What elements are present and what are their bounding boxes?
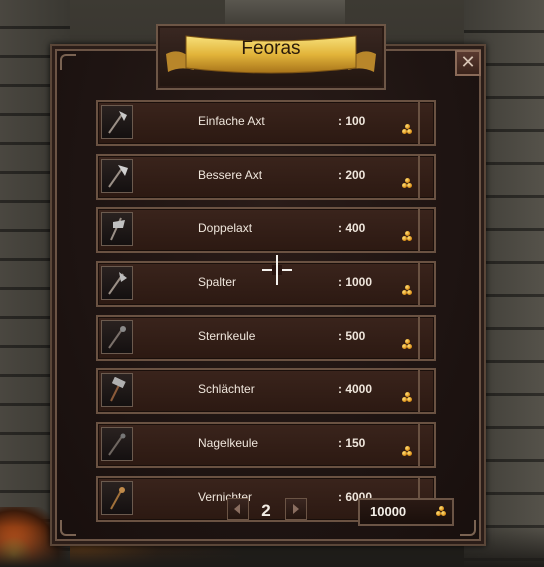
axe-icon xyxy=(101,105,133,139)
item-price: : 400 xyxy=(338,221,366,236)
coins-icon xyxy=(402,338,412,349)
row-divider xyxy=(418,155,420,198)
shop-item-row[interactable]: Nagelkeule : 150 xyxy=(96,422,436,469)
previous-page-button[interactable] xyxy=(227,498,249,520)
gold-balance: 10000 xyxy=(358,498,454,526)
mace-icon xyxy=(101,319,133,354)
close-button[interactable]: ✕ xyxy=(455,50,481,76)
flail-icon xyxy=(101,480,133,515)
item-price: : 500 xyxy=(338,328,366,343)
coins-icon xyxy=(402,285,412,296)
double-axe-icon xyxy=(101,212,133,247)
axe-icon xyxy=(101,158,133,193)
shop-title: Feoras xyxy=(241,38,301,59)
item-name: Schlächter xyxy=(198,382,255,397)
coins-icon xyxy=(402,177,412,188)
coins-icon xyxy=(436,506,446,516)
item-price: : 150 xyxy=(338,436,366,451)
crosshair-cursor-icon xyxy=(262,255,292,285)
item-name: Sternkeule xyxy=(198,328,256,343)
item-list: Einfache Axt : 100 Bessere Axt : 200 Dop… xyxy=(96,100,436,530)
frame-corner xyxy=(60,54,76,70)
shop-item-row[interactable]: Doppelaxt : 400 xyxy=(96,207,436,254)
coins-icon xyxy=(402,231,412,242)
row-divider xyxy=(418,209,420,252)
title-plaque: Feoras xyxy=(156,24,386,90)
item-name: Doppelaxt xyxy=(198,221,253,236)
item-price: : 200 xyxy=(338,167,366,182)
row-divider xyxy=(418,263,420,306)
next-page-button[interactable] xyxy=(285,498,307,520)
shop-window: Feoras ✕ Einfache Axt : 100 Bessere Axt … xyxy=(50,24,486,546)
row-divider xyxy=(418,424,420,467)
frame-corner xyxy=(60,520,76,536)
shop-item-row[interactable]: Sternkeule : 500 xyxy=(96,314,436,361)
shop-item-row[interactable]: Schlächter : 4000 xyxy=(96,368,436,415)
shop-item-row[interactable]: Bessere Axt : 200 xyxy=(96,153,436,200)
item-price: : 1000 xyxy=(338,275,373,290)
page-number: 2 xyxy=(261,501,271,520)
row-divider xyxy=(418,316,420,359)
frame-corner xyxy=(460,520,476,536)
item-name: Nagelkeule xyxy=(198,436,259,451)
item-name: Bessere Axt xyxy=(198,167,263,182)
shop-item-row[interactable]: Einfache Axt : 100 xyxy=(96,100,436,146)
item-price: : 4000 xyxy=(338,382,373,397)
gold-amount: 10000 xyxy=(370,504,407,519)
row-divider xyxy=(418,102,420,144)
mace-icon xyxy=(101,427,133,462)
item-name: Einfache Axt xyxy=(198,114,265,128)
item-name: Spalter xyxy=(198,275,237,290)
item-price: : 100 xyxy=(338,114,366,128)
coins-icon xyxy=(402,446,412,457)
axe-icon xyxy=(101,266,133,301)
coins-icon xyxy=(402,124,412,134)
row-divider xyxy=(418,370,420,413)
coins-icon xyxy=(402,392,412,403)
hammer-icon xyxy=(101,373,133,408)
